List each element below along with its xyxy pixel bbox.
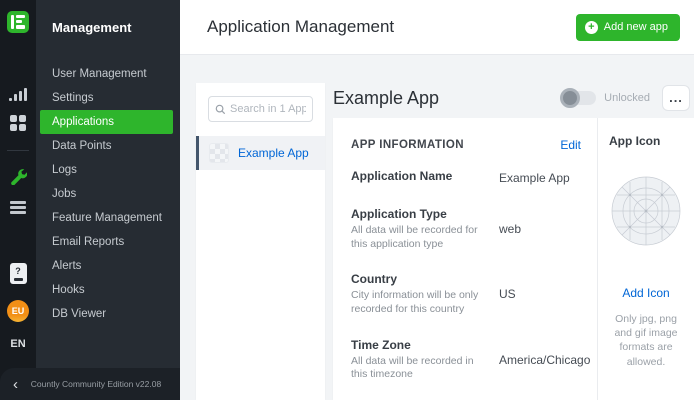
field-label: Time Zone [351, 338, 491, 352]
rail-divider [7, 150, 29, 151]
field-value: Example App [499, 171, 581, 185]
field-description: City information will be only recorded f… [351, 289, 491, 316]
lock-toggle-knob-icon [560, 88, 580, 108]
add-icon-link[interactable]: Add Icon [622, 286, 669, 300]
search-input[interactable] [230, 103, 306, 115]
user-avatar[interactable]: EU [7, 300, 29, 322]
report-manager-icon[interactable] [0, 201, 36, 214]
app-information-section: APP INFORMATION Edit Application Name Ex [333, 118, 597, 400]
version-text: Countly Community Edition v22.08 [18, 379, 180, 389]
field-label: Country [351, 272, 491, 286]
app-icon-title: App Icon [609, 134, 660, 148]
field-value: US [499, 287, 581, 301]
edit-link[interactable]: Edit [560, 138, 581, 152]
more-options-button[interactable]: ... [662, 85, 690, 111]
field-row: Application Type All data will be record… [351, 207, 581, 251]
section-title: APP INFORMATION [351, 139, 560, 151]
language-selector[interactable]: EN [0, 338, 36, 350]
sidebar-menu: User Management Settings Applications Da… [36, 62, 180, 326]
field-list: Application Name Example App Application… [351, 169, 581, 400]
sidebar-item[interactable]: Jobs [40, 182, 173, 206]
icon-rail: ? EU EN [0, 0, 36, 400]
search-icon [215, 104, 226, 115]
app-information-card: APP INFORMATION Edit Application Name Ex [333, 118, 694, 400]
help-glyph: ? [15, 267, 21, 276]
field-label: Application Type [351, 207, 491, 221]
sidebar-item[interactable]: Alerts [40, 254, 173, 278]
app-list-item-label: Example App [238, 146, 309, 160]
sidebar-item[interactable]: Applications [40, 110, 173, 134]
dashboard-grid-icon[interactable] [0, 115, 36, 131]
field-description: All data will be recorded for this appli… [351, 224, 491, 251]
lock-toggle-label: Unlocked [604, 92, 650, 104]
lock-toggle[interactable] [562, 91, 596, 105]
management-wrench-icon[interactable] [0, 167, 36, 185]
add-new-app-label: Add new app [604, 21, 668, 33]
management-sidebar: Management User Management Settings Appl… [36, 0, 180, 400]
app-icon-panel: App Icon [597, 118, 694, 400]
field-label: Application Name [351, 169, 491, 183]
field-description: All data will be recorded in this timezo… [351, 355, 491, 382]
field-row: Country City information will be only re… [351, 272, 581, 316]
content-area: Example App Example App Unlocked ... APP… [180, 56, 694, 400]
analytics-bar-chart-icon[interactable] [0, 88, 36, 101]
plus-icon: + [585, 21, 598, 34]
app-list: Example App [196, 136, 325, 170]
sidebar-item[interactable]: User Management [40, 62, 173, 86]
sidebar-item[interactable]: Hooks [40, 278, 173, 302]
field-row: Application Name Example App [351, 169, 581, 186]
field-value: America/Chicago [499, 353, 590, 367]
countly-app-window: ? EU EN Management User Management Setti… [0, 0, 694, 400]
page-title: Application Management [207, 17, 576, 37]
field-row: Time Zone All data will be recorded in t… [351, 338, 581, 382]
app-list-item[interactable]: Example App [196, 136, 325, 170]
app-list-panel: Example App [196, 83, 325, 400]
main-area: Application Management + Add new app [180, 0, 694, 400]
icon-format-note: Only jpg, png and gif image formats are … [598, 312, 694, 369]
app-detail-header: Example App Unlocked ... [333, 81, 694, 115]
countly-logo-icon[interactable] [7, 11, 29, 33]
add-new-app-button[interactable]: + Add new app [576, 14, 680, 41]
page-header: Application Management + Add new app [180, 0, 694, 55]
sidebar-item[interactable]: Data Points [40, 134, 173, 158]
sidebar-item[interactable]: Settings [40, 86, 173, 110]
field-value: web [499, 222, 581, 236]
app-placeholder-thumb-icon [209, 143, 229, 163]
app-icon-placeholder [609, 174, 683, 248]
sidebar-item[interactable]: Email Reports [40, 230, 173, 254]
app-search-box [208, 96, 313, 122]
sidebar-item[interactable]: Feature Management [40, 206, 173, 230]
sidebar-title: Management [36, 0, 180, 35]
app-detail-title: Example App [333, 88, 562, 109]
sidebar-item[interactable]: DB Viewer [40, 302, 173, 326]
help-icon[interactable]: ? [0, 263, 36, 284]
sidebar-footer: ‹ Countly Community Edition v22.08 [0, 368, 180, 400]
sidebar-item[interactable]: Logs [40, 158, 173, 182]
